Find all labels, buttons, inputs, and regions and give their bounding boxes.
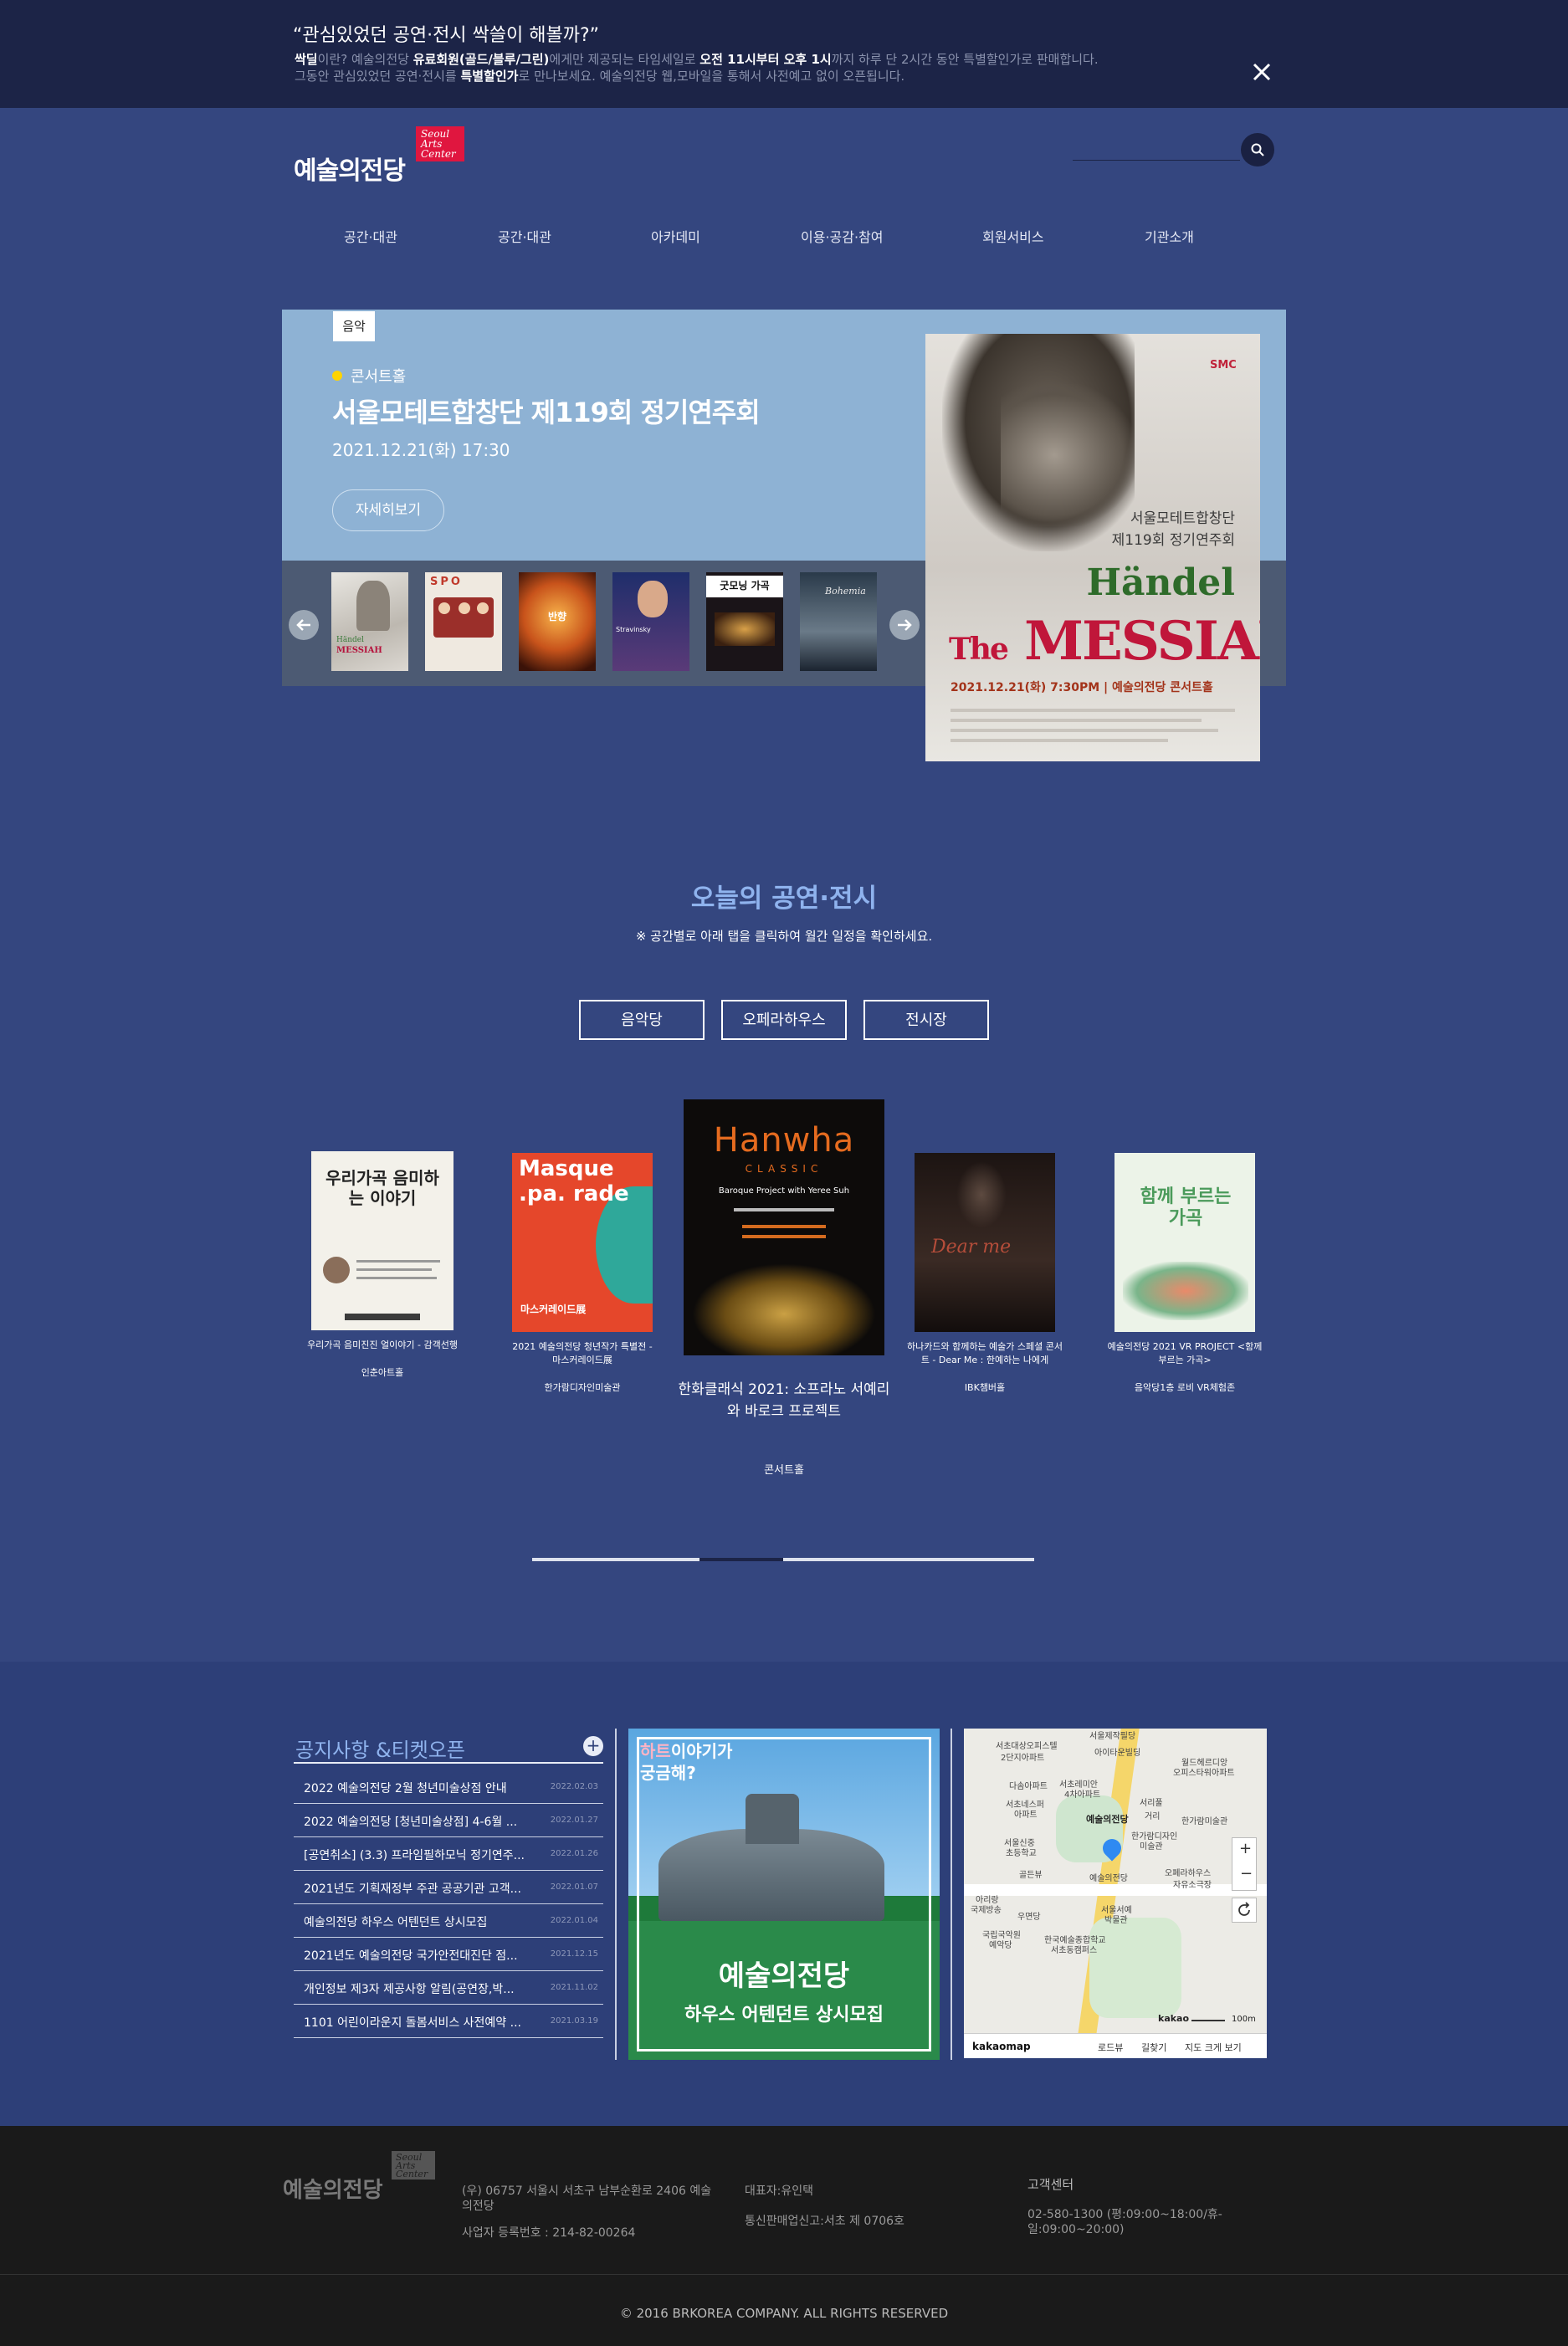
carousel-progress-bar[interactable] <box>532 1558 1034 1561</box>
nav-item-space-rental-2[interactable]: 공간·대관 <box>498 226 551 246</box>
notice-line-1: 싹딜이란? 예술의전당 유료회원(골드/블루/그린)에게만 제공되는 타임세일로… <box>295 52 1099 67</box>
footer-logo-badge: Seoul Arts Center <box>392 2151 435 2180</box>
card-venue: IBK챔버홀 <box>964 1382 1006 1393</box>
card-title-featured[interactable]: 한화클래식 2021: 소프라노 서예리와 바로크 프로젝트 <box>675 1379 893 1422</box>
kakaomap-logo: kakaomap <box>972 2041 1031 2052</box>
zoom-out-icon[interactable]: − <box>1240 1865 1253 1882</box>
thumbnail-bohemia[interactable]: Bohemia <box>800 572 877 671</box>
card-venue: 한가람디자인미술관 <box>544 1382 621 1393</box>
hero-poster[interactable]: SMC 서울모테트합창단 제119회 정기연주회 Händel The MESS… <box>925 334 1260 761</box>
notice-item[interactable]: 2021년도 기획재정부 주관 공공기관 고객... 2022.01.07 <box>294 1871 603 1904</box>
footer-logo[interactable]: 예술의전당 Seoul Arts Center <box>283 2149 442 2203</box>
hero-date: 2021.12.21(화) 17:30 <box>332 440 510 460</box>
more-plus-icon[interactable]: + <box>583 1736 603 1756</box>
notice-line-2: 그동안 관심있었던 공연·전시를 특별할인가로 만나보세요. 예술의전당 웹,모… <box>295 69 905 84</box>
map-footer-bar: kakaomap 로드뷰 길찾기 지도 크게 보기 <box>964 2033 1267 2058</box>
footer-cs-hours: 02-580-1300 (평:09:00~18:00/휴-일:09:00~20:… <box>1027 2208 1222 2236</box>
card-poster-hanwha[interactable]: Hanwha CLASSIC Baroque Project with Yere… <box>684 1099 884 1355</box>
zoom-in-icon[interactable]: + <box>1239 1840 1252 1857</box>
site-logo[interactable]: 예술의전당 Seoul Arts Center <box>294 121 469 186</box>
thumbnail-echo[interactable]: 반향 <box>519 572 596 671</box>
notice-item[interactable]: 2021년도 예술의전당 국가안전대진단 점... 2021.12.15 <box>294 1938 603 1971</box>
arrow-right-icon[interactable] <box>889 610 920 640</box>
notice-divider <box>294 1762 603 1764</box>
notice-item[interactable]: 예술의전당 하우스 어텐던트 상시모집 2022.01.04 <box>294 1904 603 1938</box>
map-refresh-icon[interactable] <box>1232 1898 1257 1923</box>
card-poster-sing-together[interactable]: 함께 부르는 가곡 <box>1115 1153 1255 1332</box>
location-map[interactable]: 서울제작필당 서초대상오피스텔 아이타운빌딩 2단지아파트 월드헤르디앙 오피스… <box>964 1729 1267 2058</box>
card-poster-dear-me[interactable]: Dear me <box>915 1153 1055 1332</box>
card-title[interactable]: 하나카드와 함께하는 예술가 스페셜 콘서트 - Dear Me : 한예하는 … <box>906 1340 1063 1367</box>
detail-button[interactable]: 자세히보기 <box>332 489 444 531</box>
card-title[interactable]: 우리가곡 음미진진 얼이야기 - 감객선행 <box>303 1339 462 1352</box>
nav-item-about[interactable]: 기관소개 <box>1145 226 1194 246</box>
notice-quote: “관심있었던 공연·전시 싹쓸이 해볼까?” <box>293 25 600 46</box>
notice-item[interactable]: 2022 예술의전당 2월 청년미술상점 안내 2022.02.03 <box>294 1770 603 1804</box>
close-icon[interactable] <box>1250 60 1273 84</box>
map-directions-link[interactable]: 길찾기 <box>1141 2041 1166 2054</box>
map-zoom-control[interactable]: + − <box>1232 1837 1257 1891</box>
card-venue: 음악당1층 로비 VR체험존 <box>1134 1382 1236 1393</box>
logo-badge: Seoul Arts Center <box>416 126 464 161</box>
tab-music-hall[interactable]: 음악당 <box>579 1000 705 1040</box>
map-enlarge-link[interactable]: 지도 크게 보기 <box>1185 2041 1242 2054</box>
genre-tag: 음악 <box>333 311 375 341</box>
map-scale-brand: kakao <box>1158 2013 1190 2024</box>
footer-ceo: 대표자:유인택 <box>745 2185 813 2198</box>
footer-sale-reg: 통신판매업신고:서초 제 0706호 <box>745 2215 904 2228</box>
notice-item[interactable]: 2022 예술의전당 [청년미술상점] 4-6월 ... 2022.01.27 <box>294 1804 603 1837</box>
notice-section-title: 공지사항 &티켓오픈 <box>295 1739 465 1762</box>
tab-opera-house[interactable]: 오페라하우스 <box>721 1000 847 1040</box>
card-poster-korean-song[interactable]: 우리가곡 음미하는 이야기 <box>311 1151 453 1330</box>
nav-item-participation[interactable]: 이용·공감·참여 <box>801 226 884 246</box>
card-title[interactable]: 2021 예술의전당 청년작가 특별전 - 마스커레이드展 <box>507 1340 658 1367</box>
nav-item-academy[interactable]: 아카데미 <box>651 226 700 246</box>
card-title[interactable]: 예술의전당 2021 VR PROJECT <함께부르는 가곡> <box>1106 1340 1263 1367</box>
copyright: © 2016 BRKOREA COMPANY. ALL RIGHTS RESER… <box>619 2306 949 2321</box>
hero-venue: 콘서트홀 <box>332 365 406 387</box>
thumbnail-spo[interactable]: SPO <box>425 572 502 671</box>
notice-item[interactable]: 1101 어린이라운지 돌봄서비스 사전예약 ... 2021.03.19 <box>294 2005 603 2038</box>
nav-item-space-rental[interactable]: 공간·대관 <box>344 226 397 246</box>
venue-dot-icon <box>332 371 342 381</box>
column-divider <box>951 1729 952 2060</box>
notice-item[interactable]: 개인정보 제3자 제공사항 알림(공연장,박... 2021.11.02 <box>294 1971 603 2005</box>
search-icon[interactable] <box>1241 133 1274 166</box>
footer-divider <box>0 2274 1568 2275</box>
notice-banner: “관심있었던 공연·전시 싹쓸이 해볼까?” 싹딜이란? 예술의전당 유료회원(… <box>0 0 1568 108</box>
carousel-progress-knob[interactable] <box>699 1558 783 1561</box>
footer-biz-no: 사업자 등록번호 : 214-82-00264 <box>462 2226 636 2240</box>
nav-item-membership[interactable]: 회원서비스 <box>982 226 1044 246</box>
footer-address: (우) 06757 서울시 서초구 남부순환로 2406 예술의전당 <box>462 2185 712 2213</box>
today-subtitle: ※ 공간별로 아래 탭을 클릭하여 월간 일정을 확인하세요. <box>635 929 933 944</box>
smc-logo: SMC <box>1210 359 1237 371</box>
card-venue: 인춘아트홀 <box>361 1367 404 1378</box>
footer-cs-title: 고객센터 <box>1027 2177 1074 2192</box>
arrow-left-icon[interactable] <box>289 610 319 640</box>
thumbnail-stravinsky[interactable]: Stravinsky <box>612 572 689 671</box>
thumbnail-good-morning[interactable]: 굿모닝 가곡 <box>706 572 783 671</box>
today-title: 오늘의 공연·전시 <box>690 884 878 914</box>
promo-banner[interactable]: 하트이야기가 궁금해? 예술의전당 하우스 어텐던트 상시모집 <box>628 1729 940 2060</box>
map-roadview-link[interactable]: 로드뷰 <box>1098 2041 1123 2054</box>
search-input[interactable] <box>1073 144 1240 161</box>
tab-exhibition[interactable]: 전시장 <box>863 1000 989 1040</box>
hero-title: 서울모테트합창단 제119회 정기연주회 <box>332 397 761 428</box>
card-poster-masquerade[interactable]: Masque .pa. rade 마스커레이드展 <box>512 1153 653 1332</box>
column-divider <box>615 1729 617 2060</box>
notice-item[interactable]: [공연취소] (3.3) 프라임필하모닉 정기연주... 2022.01.26 <box>294 1837 603 1871</box>
thumbnail-messiah[interactable]: Händel MESSIAH <box>331 572 408 671</box>
card-venue: 콘서트홀 <box>764 1464 804 1477</box>
map-scale-label: 100m <box>1232 2015 1256 2024</box>
logo-text: 예술의전당 <box>294 156 406 186</box>
map-scale-bar <box>1191 2020 1225 2021</box>
